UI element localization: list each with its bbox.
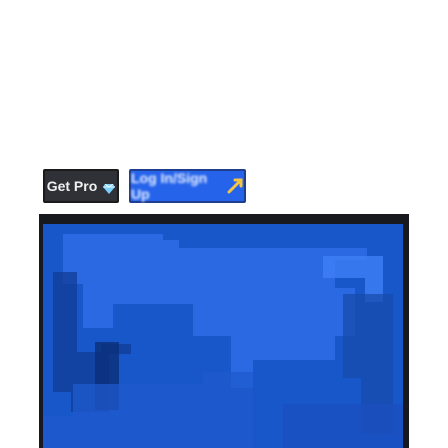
get-pro-button[interactable]: Get Pro	[43, 169, 119, 203]
map-shape	[43, 224, 403, 448]
login-button[interactable]: Log In/Sign Up	[129, 169, 246, 203]
login-label: Log In/Sign Up	[131, 170, 208, 202]
get-pro-label: Get Pro	[46, 178, 98, 194]
login-icon	[226, 177, 244, 195]
map-preview	[43, 224, 403, 448]
top-buttons: Get Pro Log In/Sign Up	[39, 164, 409, 208]
page: Get Pro Log In/Sign Up	[0, 0, 448, 448]
gem-icon	[103, 181, 116, 194]
left-margin	[0, 214, 39, 448]
right-margin	[409, 214, 448, 448]
